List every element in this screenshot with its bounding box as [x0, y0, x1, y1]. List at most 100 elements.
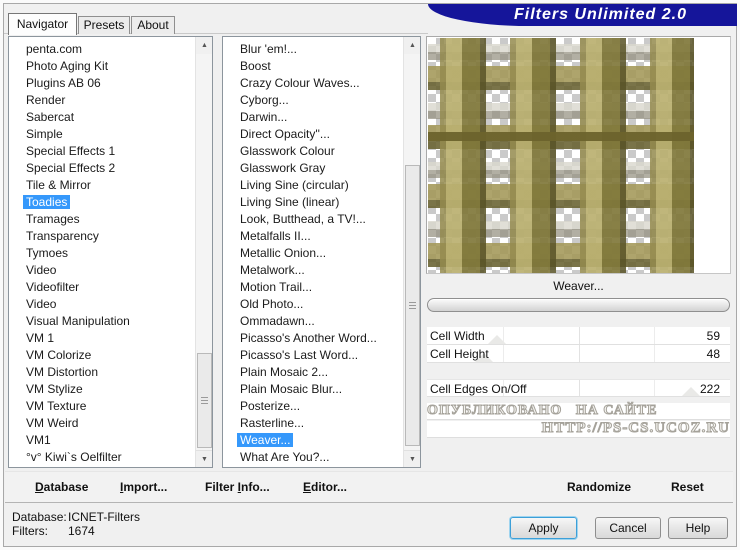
filter-list-item[interactable]: Metallic Onion... — [223, 245, 403, 262]
tab-navigator[interactable]: Navigator — [8, 13, 77, 35]
category-list-item[interactable]: VM Stylize — [9, 381, 195, 398]
filter-list-item[interactable]: Living Sine (linear) — [223, 194, 403, 211]
category-scrollbar[interactable]: ▲ ▼ — [195, 37, 212, 467]
database-status-value: ICNET-Filters — [68, 510, 140, 524]
tick-mark — [502, 345, 504, 362]
filter-list-item[interactable]: Living Sine (circular) — [223, 177, 403, 194]
tab-presets[interactable]: Presets — [78, 16, 130, 34]
scrollbar-thumb[interactable] — [197, 353, 212, 448]
category-list-item[interactable]: VM 1 — [9, 330, 195, 347]
category-list-item[interactable]: penta.com — [9, 41, 195, 58]
parameter-slider-row[interactable]: Cell Edges On/Off 222 — [427, 379, 730, 397]
parameter-label: Cell Height — [430, 347, 489, 361]
tick-mark — [654, 327, 656, 344]
category-list-item[interactable]: Photo Aging Kit — [9, 58, 195, 75]
filter-scrollbar[interactable]: ▲ ▼ — [403, 37, 420, 467]
scroll-up-icon[interactable]: ▲ — [196, 37, 212, 54]
category-list-item[interactable]: VM1 — [9, 432, 195, 449]
filter-list-item[interactable]: Cyborg... — [223, 92, 403, 109]
scroll-down-icon[interactable]: ▼ — [196, 450, 212, 467]
tick-mark — [654, 380, 656, 396]
filter-list-item[interactable]: Plain Mosaic 2... — [223, 364, 403, 381]
category-list-item[interactable]: Special Effects 2 — [9, 160, 195, 177]
current-filter-name[interactable]: Weaver... — [426, 277, 731, 295]
cancel-button[interactable]: Cancel — [595, 517, 661, 539]
empty-parameter-row — [427, 421, 730, 438]
category-list-item[interactable]: Tymoes — [9, 245, 195, 262]
title-banner: Filters Unlimited 2.0 — [428, 4, 737, 26]
database-status-label: Database: — [12, 510, 67, 524]
scrollbar-thumb[interactable] — [405, 165, 420, 446]
filter-list-item[interactable]: Glasswork Gray — [223, 160, 403, 177]
category-list-item[interactable]: Video — [9, 262, 195, 279]
reset-button[interactable]: Reset — [671, 472, 704, 502]
category-list-item[interactable]: Simple — [9, 126, 195, 143]
filter-list-item[interactable]: What Are You?... — [223, 449, 403, 466]
filter-list-item[interactable]: Metalwork... — [223, 262, 403, 279]
filters-count-value: 1674 — [68, 524, 95, 538]
filter-list-item[interactable]: Plain Mosaic Blur... — [223, 381, 403, 398]
filter-info-button[interactable]: Filter Info... — [205, 472, 270, 502]
empty-parameter-row — [427, 403, 730, 420]
filter-list-item[interactable]: Ommadawn... — [223, 313, 403, 330]
tick-mark — [578, 380, 580, 396]
filter-list-item[interactable]: Picasso's Another Word... — [223, 330, 403, 347]
preview-scroll-slider[interactable] — [427, 298, 730, 312]
scroll-up-icon[interactable]: ▲ — [404, 37, 420, 54]
randomize-button[interactable]: Randomize — [567, 472, 631, 502]
filter-list-item[interactable]: Rasterline... — [223, 415, 403, 432]
tick-mark — [654, 345, 656, 362]
apply-button[interactable]: Apply — [510, 517, 577, 539]
category-list-item[interactable]: VM Weird — [9, 415, 195, 432]
category-list-item[interactable]: VM Texture — [9, 398, 195, 415]
slider-position-marker[interactable] — [679, 387, 702, 396]
category-list-item[interactable]: VM Distortion — [9, 364, 195, 381]
filter-list-item[interactable]: Boost — [223, 58, 403, 75]
category-list-item[interactable]: Sabercat — [9, 109, 195, 126]
category-list-item[interactable]: Plugins AB 06 — [9, 75, 195, 92]
category-list-item[interactable]: Videofilter — [9, 279, 195, 296]
help-button[interactable]: Help — [668, 517, 728, 539]
category-list-item[interactable]: VM Colorize — [9, 347, 195, 364]
filter-list-item[interactable]: Metalfalls II... — [223, 228, 403, 245]
filter-list-item[interactable]: Motion Trail... — [223, 279, 403, 296]
parameter-value: 48 — [706, 347, 720, 361]
editor-button[interactable]: Editor... — [303, 472, 347, 502]
slider-position-marker[interactable] — [486, 335, 509, 344]
filters-count-label: Filters: — [12, 524, 48, 538]
category-list-item[interactable]: Toadies — [9, 194, 195, 211]
tick-mark — [578, 327, 580, 344]
filter-list-item[interactable]: Posterize... — [223, 398, 403, 415]
status-area: Database: ICNET-Filters Filters: 1674 — [12, 510, 140, 538]
scroll-down-icon[interactable]: ▼ — [404, 450, 420, 467]
tick-mark — [578, 345, 580, 362]
filter-list-item[interactable]: Direct Opacity''... — [223, 126, 403, 143]
category-list-item[interactable]: °v° Kiwi`s Oelfilter — [9, 449, 195, 466]
filter-list-item[interactable]: Weaver... — [223, 432, 403, 449]
category-listbox: penta.com Photo Aging Kit Plugins AB 06 Ren… — [8, 36, 213, 468]
filter-list-item[interactable]: Picasso's Last Word... — [223, 347, 403, 364]
category-list-item[interactable]: Special Effects 1 — [9, 143, 195, 160]
parameter-value: 59 — [706, 329, 720, 343]
filter-list-item[interactable]: Crazy Colour Waves... — [223, 75, 403, 92]
window-title: Filters Unlimited 2.0 — [513, 6, 688, 23]
filter-list-item[interactable]: Old Photo... — [223, 296, 403, 313]
import-button[interactable]: Import... — [120, 472, 167, 502]
parameter-slider-row[interactable]: Cell Width 59 — [427, 327, 730, 345]
category-list-item[interactable]: Transparency — [9, 228, 195, 245]
category-list-item[interactable]: Video — [9, 296, 195, 313]
filter-listbox: Blur 'em!... Boost Crazy Colour Waves... Cy… — [222, 36, 421, 468]
tab-about[interactable]: About — [131, 16, 175, 34]
parameter-slider-row[interactable]: Cell Height 48 — [427, 345, 730, 363]
category-list-item[interactable]: Tile & Mirror — [9, 177, 195, 194]
category-list-item[interactable]: Tramages — [9, 211, 195, 228]
category-list-item[interactable]: Render — [9, 92, 195, 109]
filter-list-item[interactable]: Glasswork Colour — [223, 143, 403, 160]
filter-list-item[interactable]: Blur 'em!... — [223, 41, 403, 58]
category-list-item[interactable]: Visual Manipulation — [9, 313, 195, 330]
filter-list-item[interactable]: Look, Butthead, a TV!... — [223, 211, 403, 228]
filter-list-item[interactable]: Darwin... — [223, 109, 403, 126]
database-button[interactable]: Database — [35, 472, 88, 502]
filter-preview-pane — [426, 36, 731, 274]
bottom-toolbar: Database Import... Filter Info... Editor… — [5, 471, 733, 503]
